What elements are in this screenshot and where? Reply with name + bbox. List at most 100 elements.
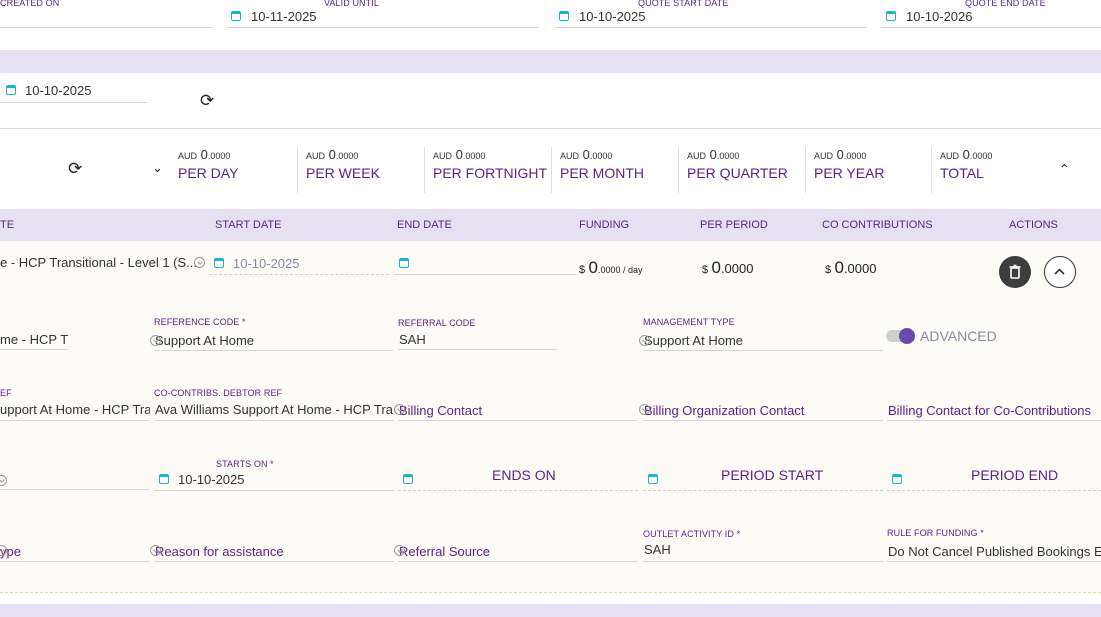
chevron-down-icon[interactable] (150, 335, 161, 346)
billing-org-contact-select[interactable]: Billing Organization Contact (639, 400, 883, 421)
management-type-value: Support At Home (644, 333, 743, 348)
quote-end-label: QUOTE END DATE (965, 0, 1046, 8)
section-band (0, 604, 1101, 617)
summary-per-year: AUD 0.0000 PER YEAR (805, 147, 885, 193)
period-start-placeholder: PERIOD START (721, 467, 824, 483)
debtor-ref-value: upport At Home - HCP Tra (0, 402, 150, 417)
valid-until-label: VALID UNTIL (324, 0, 379, 8)
period-end-placeholder: PERIOD END (971, 467, 1059, 483)
reference-code-value: Support At Home (155, 333, 254, 348)
refresh-icon[interactable]: ⟳ (200, 91, 214, 111)
chevron-down-icon[interactable] (194, 257, 205, 268)
referral-source-placeholder: Referral Source (399, 544, 491, 559)
billing-contact-select[interactable]: Billing Contact (394, 400, 638, 421)
row-start-date-value: 10-10-2025 (233, 256, 300, 271)
recalc-date-field[interactable]: 10-10-2025 (0, 82, 147, 103)
summary-total: AUD 0.0000 TOTAL (931, 147, 992, 193)
reference-code-select[interactable]: Support At Home (150, 331, 393, 351)
chevron-down-icon[interactable] (394, 545, 405, 556)
calendar-icon[interactable] (399, 258, 409, 268)
header-per-period: PER PERIOD (700, 219, 768, 231)
valid-until-value: 10-11-2025 (251, 9, 317, 24)
trash-icon (1009, 264, 1021, 279)
type-select[interactable]: ype (0, 541, 150, 562)
row-end-date-field[interactable] (394, 254, 576, 275)
outlet-activity-field[interactable]: SAH (643, 541, 883, 562)
section-band (0, 50, 1101, 73)
calendar-icon[interactable] (159, 474, 169, 484)
calendar-icon[interactable] (559, 11, 569, 21)
summary-per-day: AUD 0.0000 PER DAY (178, 147, 239, 181)
chevron-down-icon[interactable] (394, 404, 405, 415)
co-debtor-ref-field[interactable]: Ava Williams Support At Home - HCP Tra (154, 400, 394, 421)
refresh-icon[interactable]: ⟳ (68, 159, 82, 179)
quote-start-field[interactable]: 10-10-2025 (554, 8, 867, 28)
rate-name: e - HCP Transitional - Level 1 (S... (0, 255, 198, 270)
summary-per-fortnight: AUD 0.0000 PER FORTNIGHT (424, 147, 547, 193)
referral-code-value: SAH (399, 332, 426, 347)
summary-per-quarter: AUD 0.0000 PER QUARTER (678, 147, 788, 193)
calendar-icon[interactable] (6, 85, 16, 95)
header-actions: ACTIONS (1009, 219, 1058, 231)
billing-co-contact-select[interactable]: Billing Contact for Co-Contributions (887, 400, 1101, 421)
starts-on-label: STARTS ON * (216, 459, 274, 469)
chevron-up-icon (1054, 268, 1065, 275)
quote-end-field[interactable]: 10-10-2026 (881, 8, 1101, 28)
chevron-up-icon[interactable]: ⌄ (1059, 160, 1070, 176)
chevron-down-icon[interactable] (639, 404, 650, 415)
toggle-knob (899, 328, 915, 344)
reason-select[interactable]: Reason for assistance (150, 541, 394, 562)
quote-end-value: 10-10-2026 (906, 9, 973, 24)
ends-on-field[interactable]: ENDS ON (398, 462, 638, 491)
valid-until-field[interactable]: 10-11-2025 (226, 8, 539, 28)
starts-on-field[interactable]: 10-10-2025 (154, 470, 394, 491)
billing-org-contact-placeholder: Billing Organization Contact (644, 403, 805, 418)
calendar-icon[interactable] (231, 11, 241, 21)
calendar-icon[interactable] (892, 474, 902, 484)
co-debtor-ref-label: CO-CONTRIBS. DEBTOR REF (154, 388, 283, 398)
summary-per-month: AUD 0.0000 PER MONTH (551, 147, 644, 193)
calendar-icon[interactable] (214, 258, 224, 268)
date-field[interactable] (0, 469, 150, 490)
starts-on-value: 10-10-2025 (178, 472, 245, 487)
period-start-field[interactable]: PERIOD START (643, 462, 883, 491)
header-rate: TE (0, 219, 15, 231)
billing-co-contact-placeholder: Billing Contact for Co-Contributions (888, 403, 1092, 418)
created-on-field[interactable] (0, 10, 212, 28)
header-start-date: START DATE (215, 219, 282, 231)
collapse-button[interactable] (1044, 256, 1076, 288)
rule-for-funding-select[interactable]: Do Not Cancel Published Bookings E (887, 541, 1101, 562)
divider (0, 592, 1101, 593)
co-contributions-value: $ 0.0000 (825, 258, 877, 277)
header-co-contributions: CO CONTRIBUTIONS (822, 219, 933, 231)
delete-button[interactable] (999, 256, 1031, 288)
reason-placeholder: Reason for assistance (155, 544, 284, 559)
chevron-down-icon[interactable] (150, 545, 161, 556)
calendar-icon[interactable] (403, 474, 413, 484)
calendar-icon[interactable] (886, 11, 896, 21)
period-end-field[interactable]: PERIOD END (887, 462, 1101, 491)
divider (0, 128, 1101, 129)
calendar-icon[interactable] (648, 474, 658, 484)
debtor-ref-field[interactable]: upport At Home - HCP Tra (0, 400, 150, 421)
rule-for-funding-value: Do Not Cancel Published Bookings E (888, 544, 1101, 559)
reference-code-label: REFERENCE CODE * (154, 317, 246, 327)
billing-contact-placeholder: Billing Contact (399, 403, 483, 418)
quote-start-label: QUOTE START DATE (638, 0, 729, 8)
management-type-select[interactable]: Support At Home (639, 331, 883, 351)
chevron-down-icon[interactable]: ⌄ (152, 160, 163, 176)
name-value: me - HCP Tr (0, 332, 68, 347)
chevron-down-icon[interactable] (0, 475, 7, 486)
header-end-date: END DATE (397, 219, 452, 231)
chevron-down-icon[interactable] (639, 335, 650, 346)
ends-on-placeholder: ENDS ON (492, 467, 556, 483)
referral-source-select[interactable]: Referral Source (394, 541, 638, 562)
name-field[interactable]: me - HCP Tr (0, 330, 68, 350)
funding-value: $ 0.0000 / day (579, 258, 643, 277)
summary-per-week: AUD 0.0000 PER WEEK (297, 147, 380, 193)
recalc-date-value: 10-10-2025 (25, 83, 92, 98)
row-start-date-field[interactable]: 10-10-2025 (209, 254, 389, 275)
referral-code-field[interactable]: SAH (398, 330, 557, 350)
advanced-label: ADVANCED (920, 328, 997, 344)
advanced-toggle[interactable] (886, 328, 915, 344)
